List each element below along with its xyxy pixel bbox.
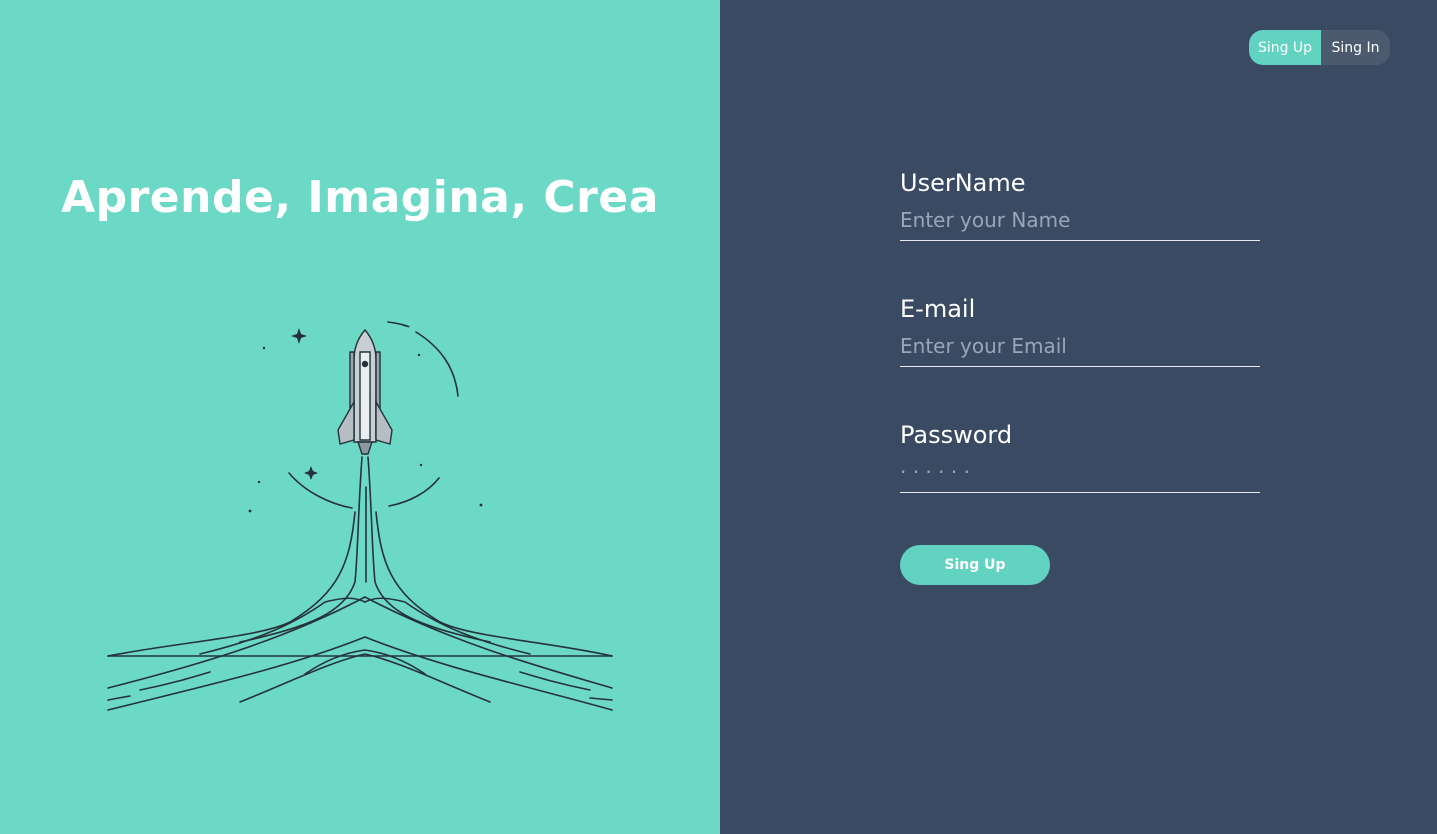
hero-panel: Aprende, Imagina, Crea [0,0,720,834]
auth-mode-toggle: Sing Up Sing In [1249,30,1390,65]
email-input[interactable] [900,326,1260,367]
password-field-group: Password [900,418,1260,544]
signup-toggle-button[interactable]: Sing Up [1249,30,1321,65]
signin-toggle-button[interactable]: Sing In [1321,30,1390,65]
password-label: Password [900,421,1013,449]
username-field-group: UserName [900,166,1260,292]
hero-headline: Aprende, Imagina, Crea [61,172,659,223]
username-label: UserName [900,169,1026,197]
username-input[interactable] [900,200,1260,241]
auth-panel: Sing Up Sing In UserName E-mail Password… [720,0,1437,834]
password-input[interactable] [900,452,1260,493]
rocket-launch-illustration [107,321,613,711]
signup-form: UserName E-mail Password Sing Up [900,166,1260,585]
signup-submit-button[interactable]: Sing Up [900,545,1050,585]
email-field-group: E-mail [900,292,1260,418]
email-label: E-mail [900,295,976,323]
